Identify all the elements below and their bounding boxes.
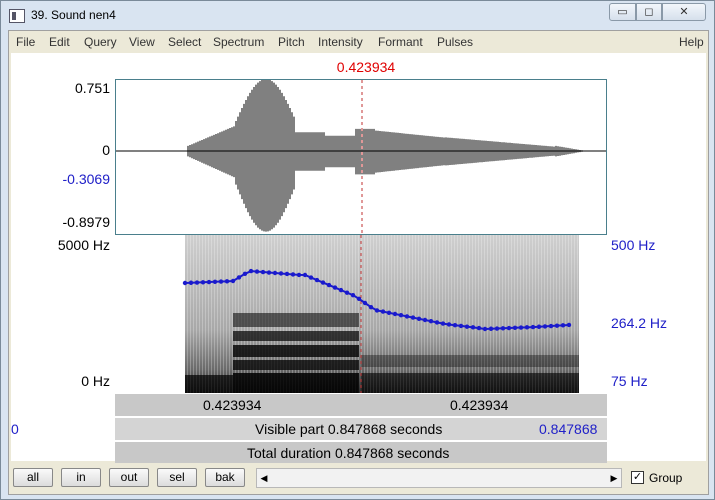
menu-intensity[interactable]: Intensity [318,35,363,49]
cursor-time-label: 0.423934 [336,59,396,75]
pitch-top-label: 500 Hz [611,237,656,253]
horizontal-scrollbar[interactable]: ◀ ▶ [256,468,622,488]
zoom-all-button[interactable]: all [13,468,53,487]
waveform-plot [116,80,606,234]
wave-zero-label: 0 [102,142,110,158]
group-label: Group [649,471,683,485]
time-right-value: 0.423934 [450,397,509,413]
visible-end-value: 0.847868 [539,421,598,437]
menu-spectrum[interactable]: Spectrum [213,35,264,49]
waveform-signal [187,80,585,232]
zoom-back-button[interactable]: bak [205,468,245,487]
bottom-controls: all in out sel bak ◀ ▶ ✓ Group [9,464,708,494]
total-duration-bar[interactable]: Total duration 0.847868 seconds [115,441,607,463]
menu-pitch[interactable]: Pitch [278,35,305,49]
menu-pulses[interactable]: Pulses [437,35,473,49]
wave-cursor-value-label: -0.3069 [62,171,110,187]
window-title: 39. Sound nen4 [31,8,116,22]
zoom-selection-button[interactable]: sel [157,468,197,487]
sound-display-area[interactable]: 0.423934 0.751 0 -0.3069 -0.8979 5000 Hz… [11,53,706,463]
zoom-in-button[interactable]: in [61,468,101,487]
menu-file[interactable]: File [16,35,35,49]
editor-client-area: File Edit Query View Select Spectrum Pit… [8,30,709,495]
wave-min-label: -0.8979 [62,214,110,230]
title-bar: 39. Sound nen4 ▭ ◻ ✕ [1,1,714,31]
menu-bar: File Edit Query View Select Spectrum Pit… [9,31,708,53]
menu-edit[interactable]: Edit [49,35,70,49]
maximize-button[interactable]: ◻ [636,3,662,21]
menu-formant[interactable]: Formant [378,35,423,49]
wave-max-label: 0.751 [74,80,110,96]
visible-part-text: Visible part 0.847868 seconds [255,421,443,437]
spectrogram-panel[interactable] [115,235,607,393]
close-button[interactable]: ✕ [662,3,706,21]
spec-bottom-freq-label: 0 Hz [81,373,110,389]
zoom-out-button[interactable]: out [109,468,149,487]
waveform-panel[interactable] [115,79,607,235]
visible-start-value: 0 [11,421,19,437]
scroll-right-arrow-icon[interactable]: ▶ [607,469,621,487]
pitch-bottom-label: 75 Hz [611,373,648,389]
spectrogram-plot [182,235,579,393]
pitch-cursor-label: 264.2 Hz [611,315,668,331]
scroll-left-arrow-icon[interactable]: ◀ [257,469,271,487]
praat-sound-window: 39. Sound nen4 ▭ ◻ ✕ File Edit Query Vie… [0,0,715,500]
window-icon [9,9,25,23]
minimize-button[interactable]: ▭ [609,3,636,21]
menu-view[interactable]: View [129,35,155,49]
selection-time-bar[interactable]: 0.423934 0.423934 [115,393,607,416]
menu-help[interactable]: Help [679,35,704,49]
spec-top-freq-label: 5000 Hz [57,237,110,253]
total-duration-text: Total duration 0.847868 seconds [247,445,450,461]
menu-select[interactable]: Select [168,35,201,49]
time-left-value: 0.423934 [203,397,262,413]
menu-query[interactable]: Query [84,35,117,49]
visible-part-bar[interactable]: 0 Visible part 0.847868 seconds 0.847868 [11,417,607,440]
group-checkbox[interactable]: ✓ [631,471,644,484]
